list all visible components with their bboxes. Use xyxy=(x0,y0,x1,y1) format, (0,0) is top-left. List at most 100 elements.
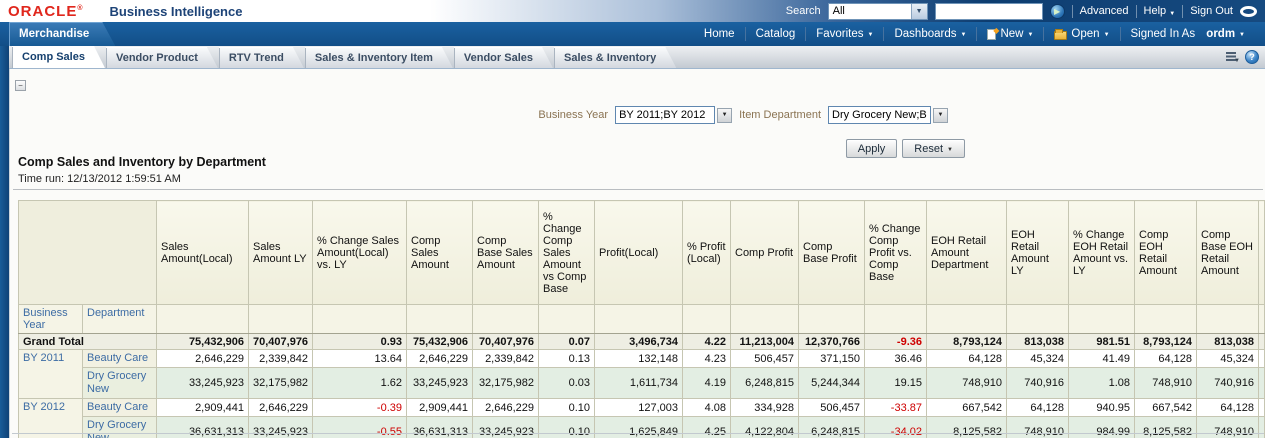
apply-button[interactable]: Apply xyxy=(846,139,898,158)
chevron-down-icon[interactable]: ▼ xyxy=(933,108,948,123)
chevron-down-icon[interactable]: ▼ xyxy=(911,4,927,19)
collapse-section-button[interactable]: − xyxy=(15,80,26,91)
column-header-comp-base-profit: Comp Base Profit xyxy=(799,201,865,305)
chevron-down-icon: ▼ xyxy=(1239,32,1245,38)
chevron-down-icon[interactable]: ▼ xyxy=(717,108,732,123)
value-cell: 64,128 xyxy=(1007,399,1069,417)
page-options-icon[interactable]: ▼ xyxy=(1226,51,1239,63)
column-header-profit-local: Profit(Local) xyxy=(595,201,683,305)
menu-catalog[interactable]: Catalog xyxy=(746,22,806,46)
column-header-eoh-retail-amount-department: EOH Retail Amount Department xyxy=(927,201,1007,305)
divider xyxy=(1136,5,1137,18)
value-cell: 8,793,124 xyxy=(927,334,1007,350)
sign-out-link[interactable]: Sign Out xyxy=(1190,5,1233,17)
value-cell: 2,339,842 xyxy=(249,350,313,368)
dashboard-tab-merchandise[interactable]: Merchandise xyxy=(9,22,115,46)
value-cell: 506,457 xyxy=(799,399,865,417)
table-corner-cell xyxy=(19,201,157,305)
value-cell: 19.15 xyxy=(865,368,927,399)
value-cell: 41.49 xyxy=(1069,350,1135,368)
value-cell: 740,916 xyxy=(1197,368,1259,399)
tab-rtv-trend[interactable]: RTV Trend xyxy=(219,47,304,68)
column-header-comp-base-eoh-retail-amount: Comp Base EOH Retail Amount xyxy=(1197,201,1259,305)
value-cell: 334,928 xyxy=(731,399,799,417)
value-cell: 0.07 xyxy=(539,334,595,350)
row-header-spacer xyxy=(595,305,683,334)
item-department-value: Dry Grocery New;B xyxy=(828,106,931,124)
menu-new[interactable]: ◆New ▼ xyxy=(977,22,1043,46)
department-cell-link[interactable]: Dry Grocery New xyxy=(83,368,157,399)
help-menu[interactable]: Help ▼ xyxy=(1144,5,1176,17)
page-help-icon[interactable]: ? xyxy=(1245,50,1259,64)
value-cell: -0.39 xyxy=(313,399,407,417)
divider xyxy=(12,433,1264,434)
business-year-combo[interactable]: BY 2011;BY 2012 ▼ xyxy=(615,106,732,124)
search-input[interactable] xyxy=(935,3,1043,20)
value-cell: 11,213,004 xyxy=(731,334,799,350)
product-title: Business Intelligence xyxy=(110,4,243,19)
value-cell: 33,245,923 xyxy=(407,368,473,399)
row-header-spacer xyxy=(865,305,927,334)
search-label: Search xyxy=(786,5,821,17)
department-cell-link[interactable]: Beauty Care xyxy=(83,399,157,417)
row-header-spacer xyxy=(1007,305,1069,334)
value-cell: 32,175,982 xyxy=(473,368,539,399)
value-cell: 64,128 xyxy=(1135,350,1197,368)
menu-dashboards[interactable]: Dashboards ▼ xyxy=(884,22,976,46)
column-header-change-comp-profit-vs-comp-base: % Change Comp Profit vs. Comp Base xyxy=(865,201,927,305)
value-cell: 2,646,229 xyxy=(407,350,473,368)
business-year-label: Business Year xyxy=(538,109,608,121)
menu-favorites[interactable]: Favorites ▼ xyxy=(806,22,883,46)
reset-button[interactable]: Reset▼ xyxy=(902,139,965,158)
value-cell: 0.03 xyxy=(539,368,595,399)
row-header-spacer xyxy=(313,305,407,334)
username: ordm xyxy=(1206,28,1235,40)
tab-comp-sales[interactable]: Comp Sales xyxy=(12,46,105,68)
row-header-spacer xyxy=(473,305,539,334)
value-cell: -34.02 xyxy=(865,417,927,438)
value-cell: 3,496,734 xyxy=(595,334,683,350)
row-header-spacer xyxy=(683,305,731,334)
value-cell: 8,125,582 xyxy=(1135,417,1197,438)
value-cell: 33,245,923 xyxy=(473,417,539,438)
value-cell: 70,407,976 xyxy=(249,334,313,350)
value-cell: 371,150 xyxy=(799,350,865,368)
divider xyxy=(1072,5,1073,18)
department-cell-link[interactable]: Dry Grocery New xyxy=(83,417,157,438)
value-cell: 2,646,229 xyxy=(157,350,249,368)
value-cell: 36.46 xyxy=(865,350,927,368)
menu-open[interactable]: Open ▼ xyxy=(1044,22,1119,46)
department-cell-link[interactable]: Beauty Care xyxy=(83,350,157,368)
value-cell: 132,148 xyxy=(595,350,683,368)
value-cell: 940.95 xyxy=(1069,399,1135,417)
menu-home[interactable]: Home xyxy=(694,22,745,46)
registered-mark: ® xyxy=(77,5,83,12)
tab-sales-inventory[interactable]: Sales & Inventory xyxy=(554,47,676,68)
value-cell: -33.87 xyxy=(865,399,927,417)
advanced-link[interactable]: Advanced xyxy=(1080,5,1129,17)
tab-sales-inventory-item[interactable]: Sales & Inventory Item xyxy=(305,47,453,68)
value-cell: 33,245,923 xyxy=(249,417,313,438)
tab-vendor-sales[interactable]: Vendor Sales xyxy=(454,47,553,68)
row-header-spacer xyxy=(731,305,799,334)
tab-vendor-product[interactable]: Vendor Product xyxy=(106,47,218,68)
value-cell: 1,611,734 xyxy=(595,368,683,399)
value-cell: 4.23 xyxy=(683,350,731,368)
row-header-spacer xyxy=(157,305,249,334)
value-cell: 981.51 xyxy=(1069,334,1135,350)
year-cell-link[interactable]: BY 2011 xyxy=(19,350,83,399)
item-department-combo[interactable]: Dry Grocery New;B ▼ xyxy=(828,106,948,124)
comp-sales-table: Sales Amount(Local)Sales Amount LY% Chan… xyxy=(18,200,1265,438)
row-header-spacer xyxy=(1197,305,1259,334)
column-header-comp-eoh-retail-amount: Comp EOH Retail Amount xyxy=(1135,201,1197,305)
search-go-button[interactable]: ▶ xyxy=(1050,4,1065,19)
value-cell: 1.62 xyxy=(313,368,407,399)
value-cell: 748,910 xyxy=(1135,368,1197,399)
page-tabs: Comp SalesVendor ProductRTV TrendSales &… xyxy=(9,46,1265,69)
row-header-spacer xyxy=(1259,305,1265,334)
signed-in-menu[interactable]: Signed In As ordm ▼ xyxy=(1121,22,1255,46)
value-cell: 740,916 xyxy=(1007,368,1069,399)
prompt-actions: Apply Reset▼ xyxy=(846,139,965,158)
row-header-spacer xyxy=(539,305,595,334)
search-scope-select[interactable]: All ▼ xyxy=(828,3,928,20)
